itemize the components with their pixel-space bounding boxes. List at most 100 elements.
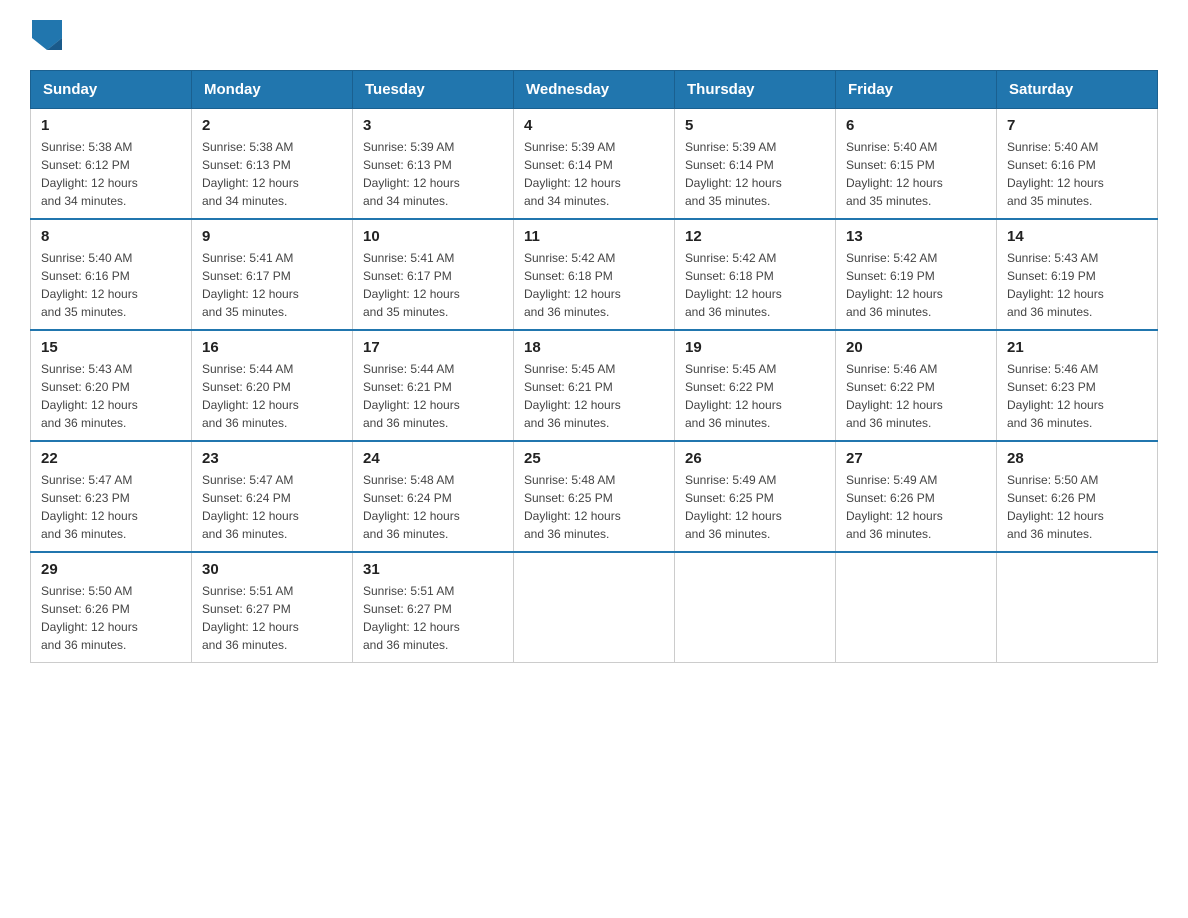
day-number: 29 xyxy=(41,561,181,578)
column-header-tuesday: Tuesday xyxy=(353,71,514,109)
day-info: Sunrise: 5:40 AM Sunset: 6:16 PM Dayligh… xyxy=(1007,138,1147,210)
page-header xyxy=(30,20,1158,50)
day-info: Sunrise: 5:44 AM Sunset: 6:21 PM Dayligh… xyxy=(363,360,503,432)
day-info: Sunrise: 5:44 AM Sunset: 6:20 PM Dayligh… xyxy=(202,360,342,432)
day-number: 13 xyxy=(846,228,986,245)
column-header-sunday: Sunday xyxy=(31,71,192,109)
day-number: 28 xyxy=(1007,450,1147,467)
calendar-cell: 17 Sunrise: 5:44 AM Sunset: 6:21 PM Dayl… xyxy=(353,330,514,441)
calendar-cell xyxy=(997,552,1158,663)
day-number: 23 xyxy=(202,450,342,467)
logo xyxy=(30,20,62,50)
day-number: 14 xyxy=(1007,228,1147,245)
day-info: Sunrise: 5:51 AM Sunset: 6:27 PM Dayligh… xyxy=(363,582,503,654)
day-info: Sunrise: 5:49 AM Sunset: 6:25 PM Dayligh… xyxy=(685,471,825,543)
calendar-cell: 25 Sunrise: 5:48 AM Sunset: 6:25 PM Dayl… xyxy=(514,441,675,552)
calendar-cell: 1 Sunrise: 5:38 AM Sunset: 6:12 PM Dayli… xyxy=(31,109,192,220)
day-info: Sunrise: 5:46 AM Sunset: 6:23 PM Dayligh… xyxy=(1007,360,1147,432)
day-info: Sunrise: 5:42 AM Sunset: 6:18 PM Dayligh… xyxy=(524,249,664,321)
calendar-week-row: 29 Sunrise: 5:50 AM Sunset: 6:26 PM Dayl… xyxy=(31,552,1158,663)
day-number: 30 xyxy=(202,561,342,578)
day-number: 10 xyxy=(363,228,503,245)
day-info: Sunrise: 5:46 AM Sunset: 6:22 PM Dayligh… xyxy=(846,360,986,432)
day-info: Sunrise: 5:48 AM Sunset: 6:24 PM Dayligh… xyxy=(363,471,503,543)
day-number: 31 xyxy=(363,561,503,578)
day-info: Sunrise: 5:51 AM Sunset: 6:27 PM Dayligh… xyxy=(202,582,342,654)
calendar-cell: 7 Sunrise: 5:40 AM Sunset: 6:16 PM Dayli… xyxy=(997,109,1158,220)
calendar-cell: 23 Sunrise: 5:47 AM Sunset: 6:24 PM Dayl… xyxy=(192,441,353,552)
day-number: 12 xyxy=(685,228,825,245)
day-number: 18 xyxy=(524,339,664,356)
calendar-cell: 22 Sunrise: 5:47 AM Sunset: 6:23 PM Dayl… xyxy=(31,441,192,552)
day-info: Sunrise: 5:40 AM Sunset: 6:16 PM Dayligh… xyxy=(41,249,181,321)
logo-icon xyxy=(32,20,62,50)
calendar-cell: 31 Sunrise: 5:51 AM Sunset: 6:27 PM Dayl… xyxy=(353,552,514,663)
calendar-cell: 29 Sunrise: 5:50 AM Sunset: 6:26 PM Dayl… xyxy=(31,552,192,663)
calendar-cell xyxy=(675,552,836,663)
calendar-cell: 30 Sunrise: 5:51 AM Sunset: 6:27 PM Dayl… xyxy=(192,552,353,663)
day-number: 24 xyxy=(363,450,503,467)
calendar-cell: 2 Sunrise: 5:38 AM Sunset: 6:13 PM Dayli… xyxy=(192,109,353,220)
day-number: 27 xyxy=(846,450,986,467)
day-info: Sunrise: 5:41 AM Sunset: 6:17 PM Dayligh… xyxy=(202,249,342,321)
day-number: 11 xyxy=(524,228,664,245)
calendar-cell: 15 Sunrise: 5:43 AM Sunset: 6:20 PM Dayl… xyxy=(31,330,192,441)
day-number: 25 xyxy=(524,450,664,467)
day-info: Sunrise: 5:47 AM Sunset: 6:23 PM Dayligh… xyxy=(41,471,181,543)
calendar-week-row: 22 Sunrise: 5:47 AM Sunset: 6:23 PM Dayl… xyxy=(31,441,1158,552)
calendar-cell: 28 Sunrise: 5:50 AM Sunset: 6:26 PM Dayl… xyxy=(997,441,1158,552)
day-number: 2 xyxy=(202,117,342,134)
calendar-cell: 19 Sunrise: 5:45 AM Sunset: 6:22 PM Dayl… xyxy=(675,330,836,441)
calendar-cell: 3 Sunrise: 5:39 AM Sunset: 6:13 PM Dayli… xyxy=(353,109,514,220)
day-number: 17 xyxy=(363,339,503,356)
calendar-cell: 26 Sunrise: 5:49 AM Sunset: 6:25 PM Dayl… xyxy=(675,441,836,552)
calendar-cell: 8 Sunrise: 5:40 AM Sunset: 6:16 PM Dayli… xyxy=(31,219,192,330)
calendar-cell: 24 Sunrise: 5:48 AM Sunset: 6:24 PM Dayl… xyxy=(353,441,514,552)
day-info: Sunrise: 5:43 AM Sunset: 6:19 PM Dayligh… xyxy=(1007,249,1147,321)
day-number: 6 xyxy=(846,117,986,134)
column-header-friday: Friday xyxy=(836,71,997,109)
calendar-cell: 16 Sunrise: 5:44 AM Sunset: 6:20 PM Dayl… xyxy=(192,330,353,441)
day-number: 4 xyxy=(524,117,664,134)
day-number: 20 xyxy=(846,339,986,356)
day-info: Sunrise: 5:42 AM Sunset: 6:18 PM Dayligh… xyxy=(685,249,825,321)
calendar-cell: 20 Sunrise: 5:46 AM Sunset: 6:22 PM Dayl… xyxy=(836,330,997,441)
calendar-cell: 27 Sunrise: 5:49 AM Sunset: 6:26 PM Dayl… xyxy=(836,441,997,552)
day-info: Sunrise: 5:42 AM Sunset: 6:19 PM Dayligh… xyxy=(846,249,986,321)
day-info: Sunrise: 5:38 AM Sunset: 6:12 PM Dayligh… xyxy=(41,138,181,210)
calendar-cell: 5 Sunrise: 5:39 AM Sunset: 6:14 PM Dayli… xyxy=(675,109,836,220)
calendar-header-row: SundayMondayTuesdayWednesdayThursdayFrid… xyxy=(31,71,1158,109)
day-info: Sunrise: 5:49 AM Sunset: 6:26 PM Dayligh… xyxy=(846,471,986,543)
calendar-cell xyxy=(836,552,997,663)
day-number: 19 xyxy=(685,339,825,356)
day-number: 22 xyxy=(41,450,181,467)
calendar-cell: 13 Sunrise: 5:42 AM Sunset: 6:19 PM Dayl… xyxy=(836,219,997,330)
day-info: Sunrise: 5:50 AM Sunset: 6:26 PM Dayligh… xyxy=(41,582,181,654)
day-info: Sunrise: 5:40 AM Sunset: 6:15 PM Dayligh… xyxy=(846,138,986,210)
day-number: 26 xyxy=(685,450,825,467)
calendar-cell: 6 Sunrise: 5:40 AM Sunset: 6:15 PM Dayli… xyxy=(836,109,997,220)
day-info: Sunrise: 5:48 AM Sunset: 6:25 PM Dayligh… xyxy=(524,471,664,543)
day-info: Sunrise: 5:45 AM Sunset: 6:21 PM Dayligh… xyxy=(524,360,664,432)
day-number: 3 xyxy=(363,117,503,134)
day-number: 7 xyxy=(1007,117,1147,134)
day-number: 21 xyxy=(1007,339,1147,356)
day-number: 5 xyxy=(685,117,825,134)
calendar-cell: 11 Sunrise: 5:42 AM Sunset: 6:18 PM Dayl… xyxy=(514,219,675,330)
day-number: 9 xyxy=(202,228,342,245)
calendar-cell: 18 Sunrise: 5:45 AM Sunset: 6:21 PM Dayl… xyxy=(514,330,675,441)
calendar-cell: 12 Sunrise: 5:42 AM Sunset: 6:18 PM Dayl… xyxy=(675,219,836,330)
day-number: 1 xyxy=(41,117,181,134)
day-number: 15 xyxy=(41,339,181,356)
day-info: Sunrise: 5:39 AM Sunset: 6:13 PM Dayligh… xyxy=(363,138,503,210)
column-header-wednesday: Wednesday xyxy=(514,71,675,109)
calendar-cell: 10 Sunrise: 5:41 AM Sunset: 6:17 PM Dayl… xyxy=(353,219,514,330)
calendar-table: SundayMondayTuesdayWednesdayThursdayFrid… xyxy=(30,70,1158,663)
column-header-thursday: Thursday xyxy=(675,71,836,109)
day-info: Sunrise: 5:43 AM Sunset: 6:20 PM Dayligh… xyxy=(41,360,181,432)
column-header-monday: Monday xyxy=(192,71,353,109)
calendar-cell: 21 Sunrise: 5:46 AM Sunset: 6:23 PM Dayl… xyxy=(997,330,1158,441)
day-info: Sunrise: 5:38 AM Sunset: 6:13 PM Dayligh… xyxy=(202,138,342,210)
day-info: Sunrise: 5:47 AM Sunset: 6:24 PM Dayligh… xyxy=(202,471,342,543)
day-info: Sunrise: 5:39 AM Sunset: 6:14 PM Dayligh… xyxy=(524,138,664,210)
